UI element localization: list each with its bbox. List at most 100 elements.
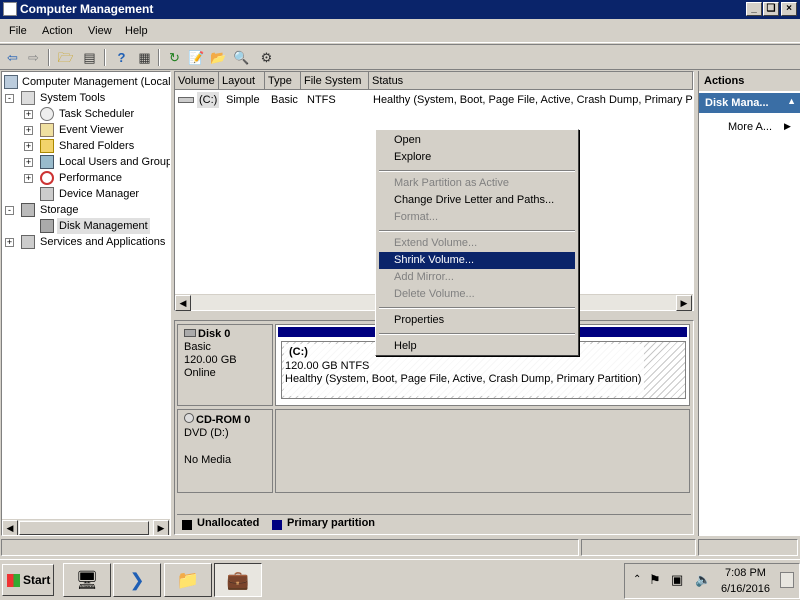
services-icon	[21, 235, 35, 249]
folder-icon: 📁	[176, 570, 200, 590]
show-hidden-icons-icon[interactable]: ⌃	[633, 574, 641, 585]
properties-icon[interactable]: 📝	[187, 48, 206, 67]
more-actions-link[interactable]: More A... ▶	[728, 121, 791, 133]
expand-icon[interactable]: +	[24, 110, 33, 119]
navigation-tree: Computer Management (Local) - System Too…	[1, 71, 171, 536]
menu-item-extend-volume[interactable]: Extend Volume...	[379, 235, 575, 252]
expand-icon[interactable]: +	[24, 174, 33, 183]
show-hide-action-pane-icon[interactable]: ▦	[135, 48, 154, 67]
network-icon[interactable]: ▣	[671, 572, 683, 588]
tools-icon	[21, 91, 35, 105]
restore-button[interactable]: ❏	[763, 2, 779, 16]
menu-item-explore[interactable]: Explore	[379, 149, 575, 166]
show-hide-tree-icon[interactable]: ▤	[80, 48, 99, 67]
computer-management-taskbar-button[interactable]: 💼	[214, 563, 262, 597]
status-bar	[0, 538, 800, 558]
menu-action[interactable]: Action	[42, 25, 73, 37]
clock-time[interactable]: 7:08 PM	[725, 567, 766, 579]
menu-item-change-drive-letter[interactable]: Change Drive Letter and Paths...	[379, 192, 575, 209]
powershell-taskbar-button[interactable]: ❯	[113, 563, 161, 597]
column-layout[interactable]: Layout	[219, 72, 265, 90]
search-icon[interactable]: 🔍	[232, 48, 251, 67]
shared-folder-icon	[40, 139, 54, 153]
column-file-system[interactable]: File System	[301, 72, 369, 90]
menu-file[interactable]: File	[9, 25, 27, 37]
volume-muted-icon[interactable]: 🔈	[695, 572, 711, 588]
action-center-flag-icon[interactable]: ⚑	[649, 572, 661, 588]
expand-icon[interactable]: +	[5, 238, 14, 247]
table-row[interactable]: (C:) Simple Basic NTFS Healthy (System, …	[175, 92, 693, 108]
cdrom-0-name: CD-ROM 0	[196, 414, 251, 426]
actions-pane: Actions Disk Mana... ▲ More A... ▶	[698, 71, 800, 536]
menu-item-add-mirror[interactable]: Add Mirror...	[379, 269, 575, 286]
toolbox-icon: 💼	[226, 570, 250, 590]
disk-0-info[interactable]: Disk 0 Basic 120.00 GB Online	[177, 324, 273, 406]
menu-item-format[interactable]: Format...	[379, 209, 575, 226]
settings-icon[interactable]: ⚙	[257, 48, 276, 67]
scroll-thumb[interactable]	[19, 521, 149, 535]
legend-primary-swatch	[272, 520, 282, 530]
powershell-icon: ❯	[129, 570, 145, 590]
partition-size: 120.00 GB NTFS	[285, 360, 370, 372]
actions-header: Actions	[699, 71, 800, 91]
collapse-up-icon: ▲	[787, 96, 796, 106]
up-folder-icon[interactable]: 🗁	[56, 48, 75, 67]
submenu-arrow-icon: ▶	[784, 121, 791, 131]
menu-bar: File Action View Help	[0, 19, 800, 43]
toolbar: ⇦ ⇨ 🗁 ▤ ? ▦ ↻ 📝 📂 🔍 ⚙	[0, 44, 800, 70]
legend-unallocated-label: Unallocated	[197, 517, 260, 529]
start-button[interactable]: Start	[2, 564, 54, 596]
window-title: Computer Management	[20, 2, 154, 16]
menu-item-open[interactable]: Open	[379, 132, 575, 149]
scroll-right-icon[interactable]: ▶	[676, 295, 692, 311]
title-bar: Computer Management _ ❏ ×	[0, 0, 800, 19]
collapse-icon[interactable]: -	[5, 206, 14, 215]
column-type[interactable]: Type	[265, 72, 301, 90]
menu-help[interactable]: Help	[125, 25, 148, 37]
device-manager-icon	[40, 187, 54, 201]
disk-0-name: Disk 0	[198, 328, 231, 340]
back-icon[interactable]: ⇦	[3, 48, 22, 67]
column-volume[interactable]: Volume	[175, 72, 219, 90]
expand-icon[interactable]: +	[24, 142, 33, 151]
explorer-taskbar-button[interactable]: 📁	[164, 563, 212, 597]
cdrom-0-info[interactable]: CD-ROM 0 DVD (D:) No Media	[177, 409, 273, 493]
partition-label: (C:)	[289, 346, 308, 358]
server-manager-taskbar-button[interactable]: 🖥	[63, 563, 111, 597]
menu-view[interactable]: View	[88, 25, 112, 37]
expand-icon[interactable]: +	[24, 126, 33, 135]
storage-icon	[21, 203, 35, 217]
menu-item-delete-volume[interactable]: Delete Volume...	[379, 286, 575, 303]
scroll-left-icon[interactable]: ◀	[175, 295, 191, 311]
forward-icon[interactable]: ⇨	[24, 48, 43, 67]
system-tray: ⌃ ⚑ ▣ 🔈 7:08 PM 6/16/2016	[624, 563, 800, 599]
help-icon[interactable]: ?	[112, 48, 131, 67]
close-button[interactable]: ×	[781, 2, 797, 16]
status-cell-2	[581, 539, 696, 556]
collapse-icon[interactable]: -	[5, 94, 14, 103]
show-desktop-button[interactable]	[780, 572, 794, 588]
actions-section-disk-management[interactable]: Disk Mana... ▲	[699, 93, 800, 113]
expand-icon[interactable]: +	[24, 158, 33, 167]
menu-item-shrink-volume[interactable]: Shrink Volume...	[379, 252, 575, 269]
users-icon	[40, 155, 54, 169]
open-folder-icon[interactable]: 📂	[209, 48, 228, 67]
column-status[interactable]: Status	[369, 72, 693, 90]
refresh-icon[interactable]: ↻	[165, 48, 184, 67]
disk-0-kind: Basic	[184, 341, 211, 353]
menu-item-mark-partition-active[interactable]: Mark Partition as Active	[379, 175, 575, 192]
tree-horizontal-scrollbar[interactable]: ◀ ▶	[2, 519, 170, 535]
minimize-button[interactable]: _	[746, 2, 762, 16]
clock-date[interactable]: 6/16/2016	[721, 583, 770, 595]
scroll-right-icon[interactable]: ▶	[153, 520, 169, 535]
status-cell-3	[698, 539, 798, 556]
cdrom-icon	[184, 413, 194, 423]
scroll-left-icon[interactable]: ◀	[2, 520, 18, 535]
partition-status: Healthy (System, Boot, Page File, Active…	[285, 373, 642, 385]
menu-item-properties[interactable]: Properties	[379, 312, 575, 329]
computer-icon	[4, 75, 18, 89]
taskbar: Start 🖥 ❯ 📁 💼 ⌃ ⚑ ▣ 🔈 7:08 PM 6/16/2016	[0, 559, 800, 600]
server-manager-icon: 🖥	[75, 570, 99, 590]
menu-item-help[interactable]: Help	[379, 338, 575, 355]
disk-0-size: 120.00 GB	[184, 354, 237, 366]
